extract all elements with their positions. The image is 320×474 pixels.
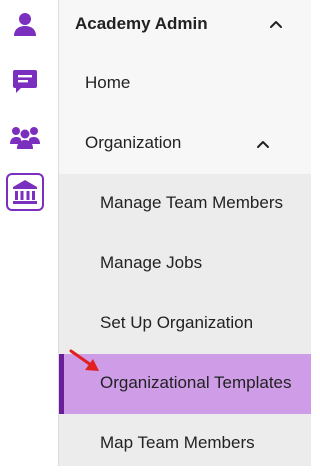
- panel-header[interactable]: Academy Admin: [59, 0, 311, 48]
- user-icon: [10, 10, 40, 40]
- nav-item-organization-label: Organization: [85, 133, 182, 152]
- institution-icon: [11, 178, 39, 206]
- user-rail-button[interactable]: [6, 6, 44, 44]
- chevron-up-icon[interactable]: [266, 14, 286, 34]
- submenu-item-set-up-organization[interactable]: Set Up Organization: [59, 294, 311, 354]
- nav-item-organization[interactable]: Organization: [59, 114, 311, 174]
- annotation-arrow-icon: [69, 349, 99, 371]
- submenu-item-manage-jobs[interactable]: Manage Jobs: [59, 234, 311, 294]
- submenu-item-label: Organizational Templates: [100, 373, 292, 392]
- selected-indicator: [59, 354, 64, 414]
- team-rail-button[interactable]: [6, 118, 44, 156]
- chat-icon: [10, 66, 40, 96]
- navigation-panel: Academy Admin Home Organization Manage T…: [59, 0, 311, 466]
- chat-rail-button[interactable]: [6, 62, 44, 100]
- submenu-item-label: Manage Jobs: [100, 253, 203, 272]
- nav-item-home-label: Home: [85, 73, 131, 92]
- organization-submenu: Manage Team Members Manage Jobs Set Up O…: [59, 174, 311, 466]
- chevron-up-icon[interactable]: [253, 134, 273, 154]
- submenu-item-label: Set Up Organization: [100, 313, 254, 332]
- panel-title: Academy Admin: [75, 14, 208, 33]
- nav-item-home[interactable]: Home: [59, 54, 311, 114]
- team-icon: [9, 122, 41, 152]
- submenu-item-label: Map Team Members: [100, 433, 255, 452]
- submenu-item-label: Manage Team Members: [100, 193, 283, 212]
- institution-rail-button[interactable]: [6, 173, 44, 211]
- icon-rail: [0, 0, 59, 466]
- submenu-item-map-team-members[interactable]: Map Team Members: [59, 414, 311, 474]
- submenu-item-manage-team-members[interactable]: Manage Team Members: [59, 174, 311, 234]
